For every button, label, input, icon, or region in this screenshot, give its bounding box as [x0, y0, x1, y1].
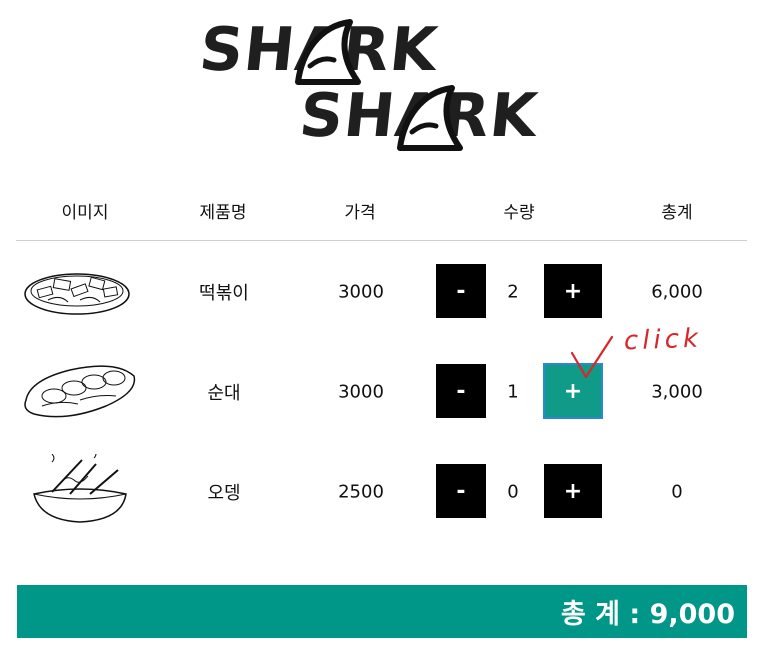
- row-total: 6,000: [651, 281, 703, 303]
- header-image: 이미지: [61, 203, 109, 223]
- checkmark-icon: [570, 335, 614, 379]
- header-product-name: 제품명: [199, 203, 247, 223]
- header-total: 총계: [661, 203, 693, 223]
- annotation-text: click: [623, 323, 703, 357]
- click-annotation: click: [566, 315, 716, 385]
- quantity-value: 1: [507, 381, 519, 403]
- increase-button[interactable]: +: [544, 264, 602, 318]
- grand-total-bar: 총 계 : 9,000: [17, 585, 747, 638]
- decrease-button[interactable]: -: [436, 364, 486, 418]
- shark-fin-icon: [397, 85, 463, 151]
- quantity-value: 2: [507, 281, 519, 303]
- decrease-button[interactable]: -: [436, 264, 486, 318]
- header-divider: [16, 240, 747, 241]
- sundae-icon: [24, 365, 136, 418]
- table-row: 떡볶이 3000 - 2 + 6,000: [0, 262, 764, 322]
- tteokbokki-icon: [24, 273, 130, 315]
- increase-button[interactable]: +: [544, 464, 602, 518]
- quantity-value: 0: [507, 481, 519, 503]
- decrease-button[interactable]: -: [436, 464, 486, 518]
- table-header: 이미지 제품명 가격 수량 총계: [16, 198, 746, 226]
- grand-total: 총 계 : 9,000: [560, 599, 735, 630]
- product-name: 순대: [207, 383, 241, 404]
- product-price: 2500: [338, 481, 384, 503]
- shark-fin-icon: [295, 19, 361, 85]
- table-row: 오뎅 2500 - 0 + 0: [0, 454, 764, 523]
- product-price: 3000: [338, 381, 384, 403]
- shark-logo: SHARK SHARK: [196, 12, 580, 162]
- product-name: 떡볶이: [199, 283, 249, 304]
- header-price: 가격: [344, 203, 376, 223]
- odeng-icon: [33, 454, 127, 523]
- row-total: 0: [671, 481, 683, 503]
- product-name: 오뎅: [207, 483, 241, 504]
- header-quantity: 수량: [503, 203, 535, 223]
- product-price: 3000: [338, 281, 384, 303]
